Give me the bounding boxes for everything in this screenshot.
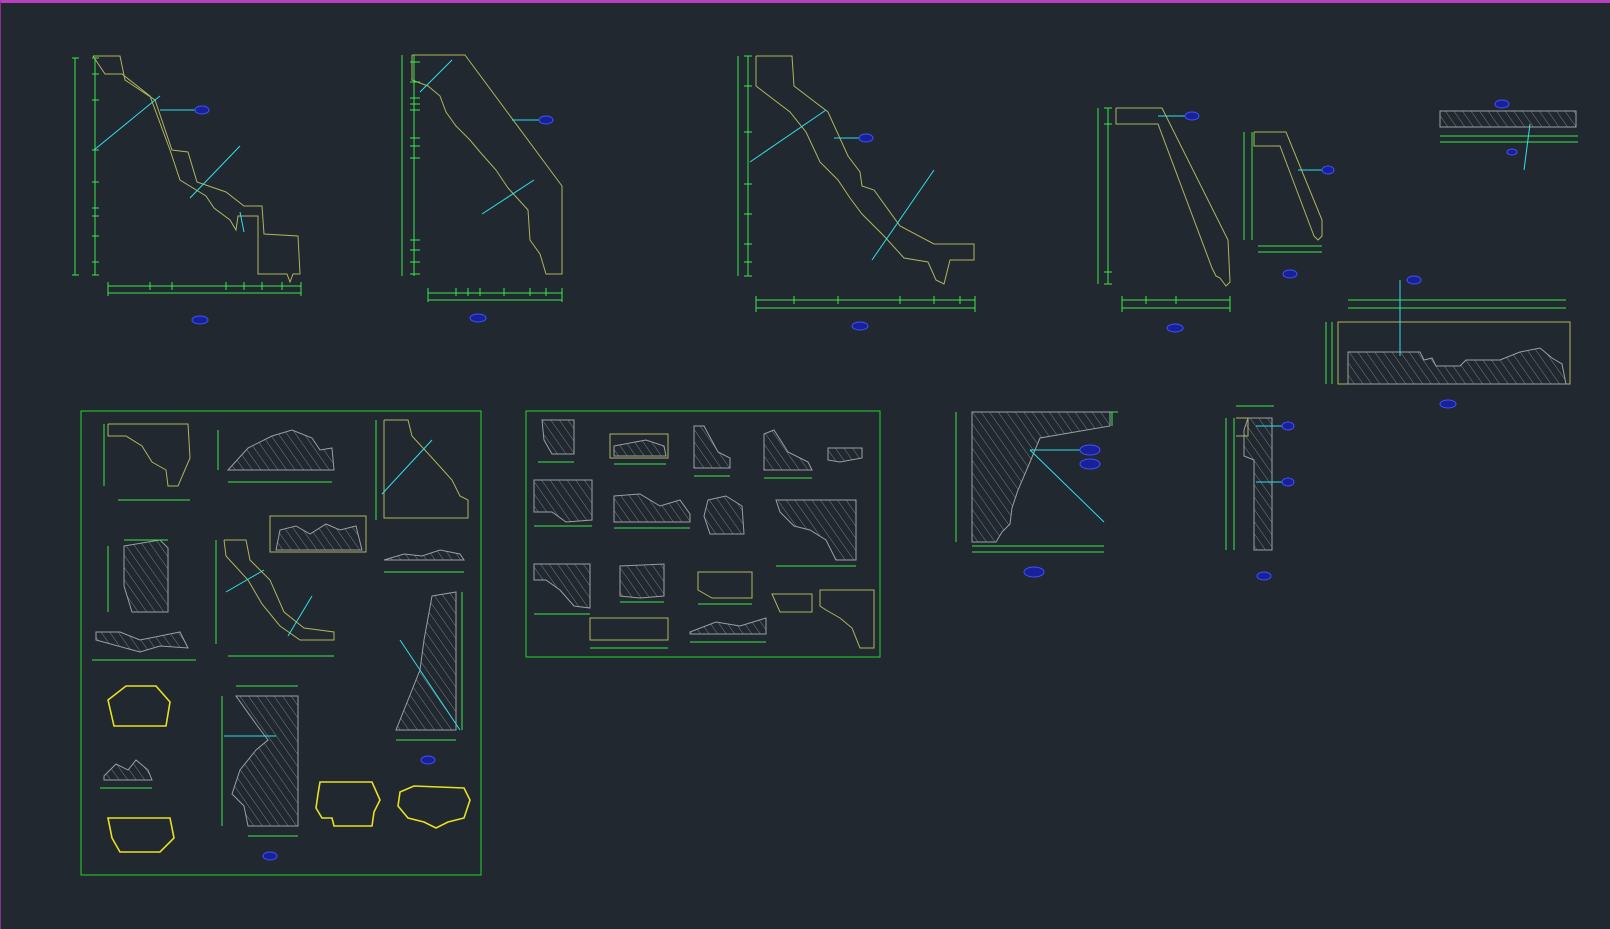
profile-outline (107, 423, 191, 487)
title-callout-tag[interactable] (1506, 148, 1518, 156)
dim-ticks-horizontal (1121, 296, 1231, 312)
baseboard-strip[interactable] (1439, 99, 1578, 171)
cad-drawing[interactable] (0, 0, 1610, 929)
title-callout-tag[interactable] (1256, 571, 1272, 581)
material-callout-tag[interactable] (538, 115, 554, 125)
material-callout-tag[interactable] (1494, 99, 1510, 109)
crown-molding-profile-1[interactable] (72, 55, 302, 325)
title-callout-tag[interactable] (469, 313, 487, 323)
corner-block-section[interactable] (955, 411, 1118, 578)
hatched-section (541, 419, 575, 455)
handrail-outline (315, 781, 381, 827)
title-callout-tag[interactable] (191, 315, 209, 325)
hatched-section (533, 563, 591, 609)
profile-outline (755, 55, 975, 285)
profile-outline (92, 55, 301, 284)
leader-line (225, 569, 265, 593)
molding-sheet-a[interactable] (80, 410, 482, 876)
leader-line (481, 179, 535, 215)
title-callout-tag[interactable] (851, 321, 869, 331)
handrail-outline (107, 817, 175, 853)
hatched-section (395, 591, 457, 731)
profile-outline (589, 617, 669, 641)
material-callout-tag[interactable] (1406, 275, 1422, 285)
crown-molding-profile-2[interactable] (401, 54, 563, 323)
title-callout-tag[interactable] (262, 851, 278, 861)
profile-outline (383, 419, 469, 519)
hatched-section (123, 539, 169, 613)
leader-line (93, 95, 161, 151)
hatched-section (827, 447, 863, 463)
title-callout-tag[interactable] (1166, 323, 1184, 333)
crown-molding-profile-3[interactable] (737, 55, 976, 331)
handrail-outline (107, 685, 171, 727)
hatched-section (1347, 347, 1567, 385)
hatched-section (231, 695, 299, 827)
title-callout-tag[interactable] (1023, 566, 1045, 578)
profile-outline (1253, 131, 1323, 241)
leader-line (419, 59, 453, 93)
hatched-section (775, 499, 857, 561)
profile-outline (1115, 107, 1231, 287)
material-callout-tag[interactable] (1079, 444, 1101, 456)
hatched-section (1243, 417, 1273, 551)
hatched-section (533, 479, 593, 523)
hatched-section (689, 617, 767, 635)
dim-ticks-vertical (410, 61, 420, 275)
hatched-section (103, 759, 153, 781)
leader-line (749, 109, 827, 163)
hatched-section (703, 495, 745, 535)
leader-line (189, 145, 241, 199)
molding-sheet-b[interactable] (525, 410, 881, 658)
leader-line (381, 439, 433, 495)
leader-line (871, 169, 935, 261)
hatched-section (763, 429, 813, 471)
material-callout-tag[interactable] (194, 105, 210, 115)
cornice-profile-5[interactable] (1243, 131, 1335, 279)
material-callout-tag[interactable] (1281, 477, 1295, 487)
leader-line (287, 595, 313, 637)
title-callout-tag[interactable] (1282, 269, 1298, 279)
material-callout-tag[interactable] (1184, 111, 1200, 121)
profile-outline (411, 54, 563, 275)
door-casing-section[interactable] (1225, 405, 1295, 581)
hatched-section (383, 549, 465, 561)
hatched-section (613, 439, 667, 457)
hatched-section (971, 411, 1111, 543)
profile-outline (223, 539, 335, 641)
hatched-section (613, 493, 691, 523)
dim-ticks-horizontal (107, 282, 302, 296)
material-callout-tag[interactable] (858, 133, 874, 143)
material-callout-tag[interactable] (1079, 458, 1101, 470)
profile-outline (697, 571, 753, 599)
material-callout-tag[interactable] (1281, 421, 1295, 431)
hatched-section (95, 631, 189, 653)
hatched-section (1439, 110, 1577, 128)
baseboard-section[interactable] (1325, 275, 1571, 409)
handrail-outline (397, 785, 471, 829)
hatched-section (619, 563, 665, 599)
profile-outline (819, 589, 875, 649)
hatched-section (226, 429, 335, 471)
material-callout-tag[interactable] (1321, 165, 1335, 175)
title-callout-tag[interactable] (1439, 399, 1457, 409)
title-callout-tag[interactable] (420, 755, 436, 765)
leader-line (239, 211, 245, 233)
hatched-section (693, 425, 731, 469)
leader-line (1523, 123, 1531, 171)
hatched-section (275, 523, 363, 551)
cornice-profile-4[interactable] (1097, 107, 1231, 333)
dim-ticks-horizontal (755, 296, 976, 312)
profile-outline (771, 593, 813, 613)
